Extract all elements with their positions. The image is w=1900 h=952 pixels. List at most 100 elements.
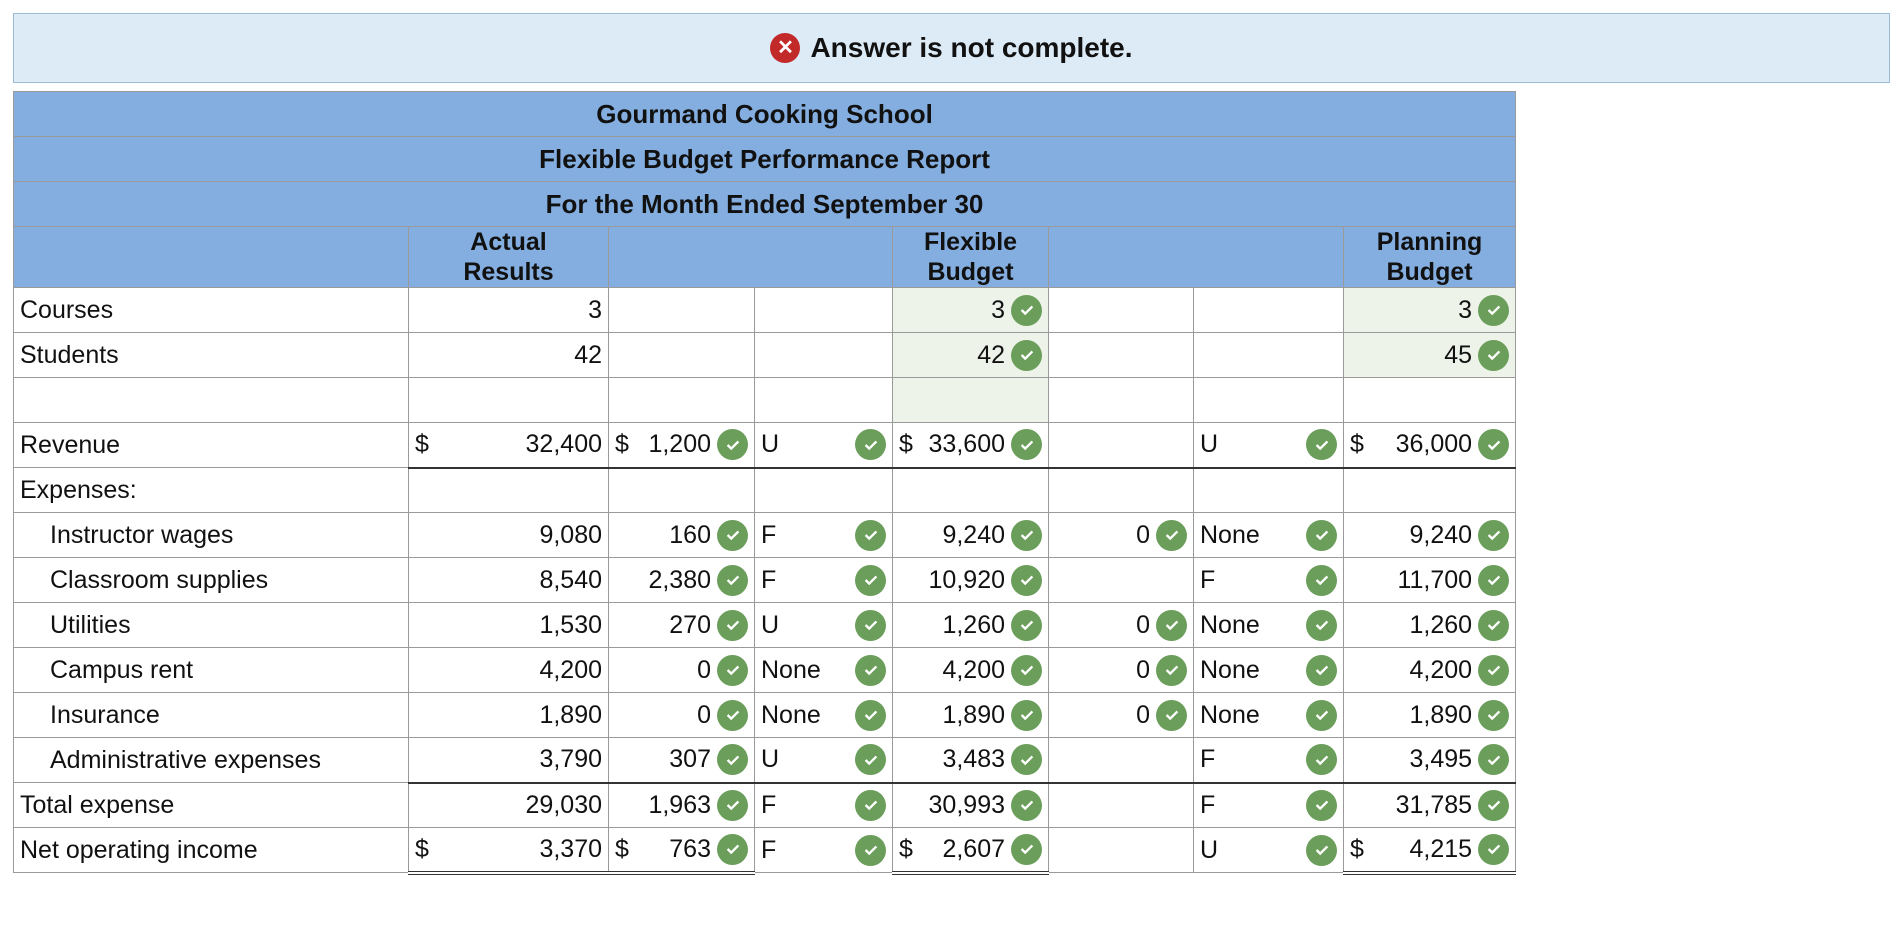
flexible-input[interactable]: 33,600 [929,430,1005,459]
actual-cell: 3,370 [539,834,602,863]
revenue-variance-header [608,226,893,288]
table-row: Courses 3 3 3 [13,287,1517,333]
actual-cell: 8,540 [539,565,602,594]
activity-variance-fu-select[interactable]: None [1200,611,1260,640]
check-icon [1011,429,1042,461]
check-icon [717,654,748,686]
revenue-variance-input[interactable]: 160 [669,521,711,550]
row-label: Administrative expenses [13,737,409,783]
actual-cell: 1,890 [539,700,602,729]
activity-variance-input[interactable]: 0 [1136,701,1150,730]
check-icon [1011,609,1042,641]
planning-input[interactable]: 36,000 [1396,430,1472,459]
activity-variance-input[interactable]: 0 [1136,611,1150,640]
revenue-variance-fu-select[interactable]: U [761,745,779,774]
check-icon [1156,609,1187,641]
activity-variance-fu-select[interactable]: None [1200,701,1260,730]
check-icon [1011,339,1042,371]
activity-variance-fu-select[interactable]: F [1200,745,1215,774]
flexible-input[interactable]: 9,240 [942,521,1005,550]
revenue-variance-fu-select[interactable]: F [761,836,776,865]
activity-variance-input[interactable] [1048,422,1194,468]
revenue-variance-fu-select[interactable]: None [761,701,821,730]
check-icon [717,564,748,596]
revenue-variance-input[interactable]: 763 [669,835,711,864]
revenue-variance-input[interactable]: 1,200 [648,430,711,459]
table-row: Students 42 42 45 [13,332,1517,378]
planning-input[interactable]: 9,240 [1410,521,1473,550]
row-label: Classroom supplies [13,557,409,603]
planning-input[interactable]: 3,495 [1410,745,1473,774]
check-icon [1478,294,1510,326]
company-name: Gourmand Cooking School [12,91,1517,137]
check-icon [855,564,886,596]
activity-variance-fu-select[interactable]: None [1200,521,1260,550]
row-label: Instructor wages [13,512,409,558]
flexible-input[interactable]: 3,483 [942,745,1005,774]
planning-input[interactable]: 45 [1444,341,1472,370]
check-icon [1156,699,1187,731]
actual-cell: 1,530 [539,610,602,639]
status-message: Answer is not complete. [810,32,1133,63]
row-label: Revenue [13,422,409,468]
table-row: Administrative expenses 3,790 307 U 3,483 F 3,… [13,737,1517,783]
row-label: Courses [13,287,409,333]
table-row: Insurance 1,890 0 None 1,890 0 None 1,890 [13,692,1517,738]
check-icon [1011,519,1042,551]
revenue-variance-fu-select[interactable]: U [761,430,779,459]
check-icon [1478,564,1510,596]
check-icon [717,699,748,731]
revenue-variance-input[interactable]: 0 [697,656,711,685]
check-icon [1478,699,1510,731]
check-icon [1011,744,1042,776]
actual-results-header: Actual Results [408,226,609,288]
activity-variance-fu-select[interactable]: F [1200,566,1215,595]
check-icon [1306,699,1337,731]
table-row: Campus rent 4,200 0 None 4,200 0 None 4,200 [13,647,1517,693]
flexible-budget-header: Flexible Budget [892,226,1049,288]
activity-variance-fu-select[interactable]: F [1200,791,1215,820]
flexible-input[interactable]: 4,200 [942,656,1005,685]
flexible-input[interactable]: 10,920 [929,566,1005,595]
revenue-variance-fu-select[interactable]: U [761,611,779,640]
revenue-variance-fu-select[interactable]: F [761,521,776,550]
planning-input[interactable]: 31,785 [1396,791,1472,820]
activity-variance-fu-select[interactable]: U [1200,836,1218,865]
check-icon [855,654,886,686]
revenue-variance-input[interactable]: 0 [697,701,711,730]
planning-input[interactable]: 1,890 [1410,701,1473,730]
activity-variance-fu-select[interactable]: None [1200,656,1260,685]
planning-input[interactable]: 1,260 [1410,611,1473,640]
flexible-input[interactable]: 3 [991,296,1005,325]
row-label: Campus rent [13,647,409,693]
flexible-input[interactable]: 2,607 [942,835,1005,864]
revenue-variance-input[interactable]: 2,380 [648,566,711,595]
status-banner: ✕ Answer is not complete. [13,13,1890,83]
revenue-variance-input[interactable]: 307 [669,745,711,774]
planning-input[interactable]: 3 [1458,296,1472,325]
revenue-variance-fu-select[interactable]: None [761,656,821,685]
planning-input[interactable]: 11,700 [1397,566,1472,595]
activity-variance-fu-select[interactable]: U [1200,430,1218,459]
check-icon [855,744,886,776]
flexible-input[interactable]: 1,260 [942,611,1005,640]
check-icon [1478,609,1510,641]
flexible-input[interactable]: 42 [977,341,1005,370]
revenue-variance-input[interactable]: 1,963 [648,791,711,820]
flexible-input[interactable]: 30,993 [929,791,1005,820]
report-period: For the Month Ended September 30 [12,181,1517,227]
table-row: Total expense 29,030 1,963 F 30,993 F 31,785 [13,781,1517,828]
check-icon [855,699,886,731]
planning-input[interactable]: 4,215 [1410,835,1473,864]
check-icon [1011,833,1042,865]
check-icon [1306,654,1337,686]
table-row: Utilities 1,530 270 U 1,260 0 None 1,260 [13,602,1517,648]
flexible-input[interactable]: 1,890 [942,701,1005,730]
actual-cell: 3 [408,287,609,333]
planning-input[interactable]: 4,200 [1410,656,1473,685]
revenue-variance-fu-select[interactable]: F [761,566,776,595]
activity-variance-input[interactable]: 0 [1136,521,1150,550]
revenue-variance-fu-select[interactable]: F [761,791,776,820]
revenue-variance-input[interactable]: 270 [669,611,711,640]
activity-variance-input[interactable]: 0 [1136,656,1150,685]
